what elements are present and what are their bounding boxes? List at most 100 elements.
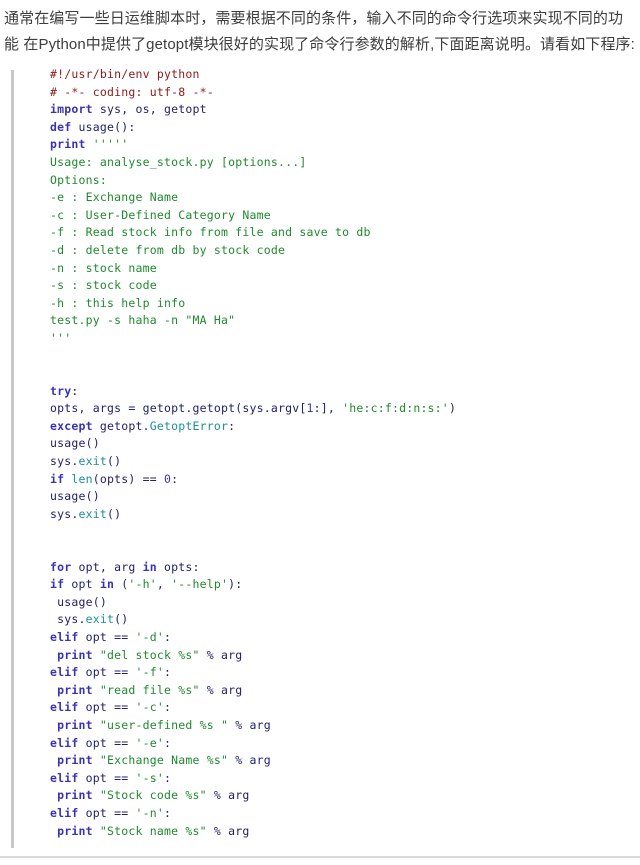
bottom-divider xyxy=(0,856,640,858)
code-line: opts, args = getopt.getopt(sys.argv[1:],… xyxy=(50,400,456,418)
code-token: #!/usr/bin/env python xyxy=(50,67,200,81)
code-line: import sys, os, getopt xyxy=(50,101,456,119)
code-token: opt == xyxy=(78,735,136,750)
code-token: ( xyxy=(114,577,129,592)
code-token: elif xyxy=(50,735,79,750)
code-line: #!/usr/bin/env python xyxy=(50,66,456,84)
code-line: elif opt == '-n': xyxy=(50,805,456,823)
code-token: % arg xyxy=(228,717,271,732)
code-token: elif xyxy=(50,665,79,680)
code-line: -h : this help info xyxy=(50,295,456,313)
code-token: : xyxy=(164,805,172,820)
code-block[interactable]: #!/usr/bin/env python # -*- coding: utf-8… xyxy=(0,66,640,851)
code-token: in xyxy=(142,559,157,574)
code-token: Usage: analyse_stock.py [options...] xyxy=(50,154,307,169)
code-token: print xyxy=(57,788,93,803)
code-line: try: xyxy=(50,383,456,401)
code-line: Usage: analyse_stock.py [options...] xyxy=(50,154,456,172)
code-line: elif opt == '-s': xyxy=(50,770,456,788)
code-token: () xyxy=(114,612,129,627)
code-line: elif opt == '-f': xyxy=(50,664,456,682)
code-token: '-c' xyxy=(135,700,164,715)
code-line: def usage(): xyxy=(50,119,456,137)
code-token: % arg xyxy=(206,823,250,838)
code-line: -c : User-Defined Category Name xyxy=(50,207,456,225)
code-token: usage() xyxy=(57,594,107,609)
code-token: exit xyxy=(78,454,107,469)
code-token: opt == xyxy=(78,805,136,820)
code-token: opt == xyxy=(78,770,136,785)
code-token: elif xyxy=(50,770,79,785)
code-token: : xyxy=(171,471,179,486)
code-token: : xyxy=(71,383,79,398)
code-token: test.py -s haha -n "MA Ha" xyxy=(50,313,236,328)
code-token: len xyxy=(71,471,93,486)
code-line: elif opt == '-c': xyxy=(50,699,456,717)
code-token: 'he:c:f:d:n:s:' xyxy=(342,401,449,416)
code-token: -s : stock code xyxy=(50,278,157,293)
code-line: ''' xyxy=(50,330,456,348)
code-token: getopt. xyxy=(92,418,150,433)
code-token: % arg xyxy=(206,788,250,803)
code-token: ''''' xyxy=(85,137,129,152)
code-line: usage() xyxy=(50,488,456,506)
code-token: : xyxy=(164,665,172,680)
code-token: print xyxy=(57,682,93,697)
code-token: opts, args = getopt.getopt(sys.argv[ xyxy=(50,401,307,416)
code-token: print xyxy=(57,823,93,838)
code-line: -s : stock code xyxy=(50,277,456,295)
code-token: import xyxy=(50,102,93,117)
code-token: '-n' xyxy=(135,805,164,820)
code-line: print "Stock name %s" % arg xyxy=(50,823,456,841)
code-line: sys.exit() xyxy=(50,506,456,524)
code-token: '-d' xyxy=(135,630,164,644)
code-line: print ''''' xyxy=(50,136,456,154)
code-token: sys. xyxy=(50,454,79,469)
code-token: exit xyxy=(78,506,107,521)
code-token: GetoptError xyxy=(149,418,229,433)
code-token: "Exchange Name %s" xyxy=(99,753,229,768)
code-line: sys.exit() xyxy=(50,611,456,629)
code-token: % arg xyxy=(199,647,243,662)
code-token: % arg xyxy=(199,682,243,697)
code-token: "Stock name %s" xyxy=(99,823,207,838)
code-token: print xyxy=(57,647,93,662)
code-line: print "Stock code %s" % arg xyxy=(50,787,456,805)
code-line: -e : Exchange Name xyxy=(50,189,456,207)
code-token: in xyxy=(99,577,115,592)
code-line: Options: xyxy=(50,172,456,190)
code-token: for xyxy=(50,559,72,574)
code-token: sys. xyxy=(57,612,86,627)
code-token: : xyxy=(164,700,172,715)
intro-line: 通常在编写一些日运维脚本时，需要根据不同的条件，输入不同的命令行选项来实现不同的… xyxy=(4,10,624,27)
code-token: -d : delete from db by stock code xyxy=(50,242,286,257)
code-token: '-s' xyxy=(135,770,164,785)
code-token: () xyxy=(107,454,122,469)
code-line: except getopt.GetoptError: xyxy=(50,418,456,436)
code-token: -e : Exchange Name xyxy=(50,190,179,205)
code-token: ) xyxy=(448,401,457,416)
code-line: print "read file %s" % arg xyxy=(50,682,456,700)
code-token: print xyxy=(57,753,93,768)
code-token: 1 xyxy=(306,401,314,416)
code-token: try xyxy=(50,383,72,398)
code-line: if len(opts) == 0: xyxy=(50,471,456,489)
code-token: : xyxy=(228,418,236,433)
code-token: opt, arg xyxy=(71,559,143,574)
code-token: print xyxy=(57,717,93,732)
code-token: sys, os, getopt xyxy=(92,102,207,117)
code-content[interactable]: #!/usr/bin/env python # -*- coding: utf-8… xyxy=(50,66,456,851)
code-line: usage() xyxy=(50,435,456,453)
code-line: print "Exchange Name %s" % arg xyxy=(50,752,456,770)
code-token: -n : stock name xyxy=(50,260,157,275)
code-token: '-e' xyxy=(135,735,164,750)
code-token: '-h' xyxy=(128,577,157,592)
